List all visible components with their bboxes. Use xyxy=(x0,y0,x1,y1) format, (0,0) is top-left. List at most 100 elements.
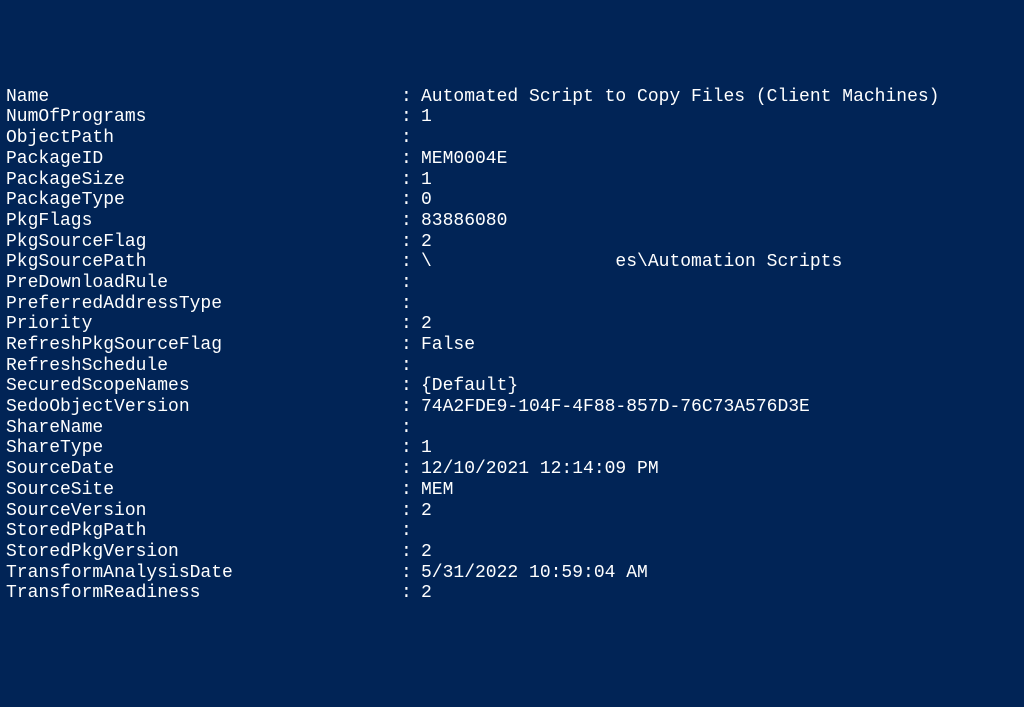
property-row: ObjectPath: xyxy=(6,128,1018,149)
powershell-output: Name:Automated Script to Copy Files (Cli… xyxy=(6,87,1018,604)
property-row: RefreshSchedule: xyxy=(6,356,1018,377)
property-value: 0 xyxy=(421,190,1018,211)
separator: : xyxy=(401,149,421,170)
property-row: PackageType:0 xyxy=(6,190,1018,211)
property-label: RefreshPkgSourceFlag xyxy=(6,335,401,356)
property-value: 5/31/2022 10:59:04 AM xyxy=(421,563,1018,584)
separator: : xyxy=(401,438,421,459)
property-value: \ es\Automation Scripts xyxy=(421,252,1018,273)
property-value: 12/10/2021 12:14:09 PM xyxy=(421,459,1018,480)
property-value: 83886080 xyxy=(421,211,1018,232)
separator: : xyxy=(401,273,421,294)
property-row: SourceSite:MEM xyxy=(6,480,1018,501)
property-value: 2 xyxy=(421,501,1018,522)
property-row: TransformReadiness:2 xyxy=(6,583,1018,604)
separator: : xyxy=(401,583,421,604)
separator: : xyxy=(401,170,421,191)
property-value: {Default} xyxy=(421,376,1018,397)
property-row: RefreshPkgSourceFlag:False xyxy=(6,335,1018,356)
property-label: PackageSize xyxy=(6,170,401,191)
property-value: 2 xyxy=(421,583,1018,604)
property-label: SourceSite xyxy=(6,480,401,501)
separator: : xyxy=(401,521,421,542)
separator: : xyxy=(401,563,421,584)
separator: : xyxy=(401,294,421,315)
property-label: NumOfPrograms xyxy=(6,107,401,128)
property-row: SecuredScopeNames:{Default} xyxy=(6,376,1018,397)
separator: : xyxy=(401,356,421,377)
separator: : xyxy=(401,459,421,480)
property-row: Name:Automated Script to Copy Files (Cli… xyxy=(6,87,1018,108)
property-value xyxy=(421,273,1018,294)
property-label: PreferredAddressType xyxy=(6,294,401,315)
property-label: SedoObjectVersion xyxy=(6,397,401,418)
property-label: PackageID xyxy=(6,149,401,170)
property-label: ShareType xyxy=(6,438,401,459)
property-value xyxy=(421,521,1018,542)
property-row: PkgSourceFlag:2 xyxy=(6,232,1018,253)
property-value: 1 xyxy=(421,107,1018,128)
property-value: 2 xyxy=(421,314,1018,335)
property-row: StoredPkgVersion:2 xyxy=(6,542,1018,563)
property-value: 2 xyxy=(421,542,1018,563)
property-row: ShareName: xyxy=(6,418,1018,439)
property-row: SourceDate:12/10/2021 12:14:09 PM xyxy=(6,459,1018,480)
separator: : xyxy=(401,190,421,211)
property-value: 74A2FDE9-104F-4F88-857D-76C73A576D3E xyxy=(421,397,1018,418)
property-label: PkgSourceFlag xyxy=(6,232,401,253)
property-row: Priority:2 xyxy=(6,314,1018,335)
property-value xyxy=(421,418,1018,439)
separator: : xyxy=(401,480,421,501)
property-row: PackageID:MEM0004E xyxy=(6,149,1018,170)
property-value: False xyxy=(421,335,1018,356)
property-value xyxy=(421,356,1018,377)
separator: : xyxy=(401,542,421,563)
separator: : xyxy=(401,87,421,108)
property-row: TransformAnalysisDate:5/31/2022 10:59:04… xyxy=(6,563,1018,584)
property-value: MEM xyxy=(421,480,1018,501)
property-row: SourceVersion:2 xyxy=(6,501,1018,522)
property-label: PackageType xyxy=(6,190,401,211)
property-row: NumOfPrograms:1 xyxy=(6,107,1018,128)
property-row: ShareType:1 xyxy=(6,438,1018,459)
separator: : xyxy=(401,335,421,356)
property-label: Priority xyxy=(6,314,401,335)
separator: : xyxy=(401,314,421,335)
property-label: PreDownloadRule xyxy=(6,273,401,294)
property-row: PackageSize:1 xyxy=(6,170,1018,191)
separator: : xyxy=(401,232,421,253)
property-label: StoredPkgPath xyxy=(6,521,401,542)
property-label: PkgSourcePath xyxy=(6,252,401,273)
property-label: StoredPkgVersion xyxy=(6,542,401,563)
property-label: ObjectPath xyxy=(6,128,401,149)
property-row: PkgFlags:83886080 xyxy=(6,211,1018,232)
property-label: SecuredScopeNames xyxy=(6,376,401,397)
property-label: ShareName xyxy=(6,418,401,439)
property-row: SedoObjectVersion:74A2FDE9-104F-4F88-857… xyxy=(6,397,1018,418)
separator: : xyxy=(401,107,421,128)
property-value xyxy=(421,294,1018,315)
property-label: TransformAnalysisDate xyxy=(6,563,401,584)
property-label: PkgFlags xyxy=(6,211,401,232)
separator: : xyxy=(401,397,421,418)
property-label: SourceVersion xyxy=(6,501,401,522)
separator: : xyxy=(401,418,421,439)
separator: : xyxy=(401,128,421,149)
property-row: PreferredAddressType: xyxy=(6,294,1018,315)
separator: : xyxy=(401,252,421,273)
property-row: PreDownloadRule: xyxy=(6,273,1018,294)
property-label: RefreshSchedule xyxy=(6,356,401,377)
property-value: 2 xyxy=(421,232,1018,253)
property-label: TransformReadiness xyxy=(6,583,401,604)
property-value: 1 xyxy=(421,438,1018,459)
property-value: MEM0004E xyxy=(421,149,1018,170)
property-value xyxy=(421,128,1018,149)
property-label: Name xyxy=(6,87,401,108)
property-row: StoredPkgPath: xyxy=(6,521,1018,542)
property-value: 1 xyxy=(421,170,1018,191)
separator: : xyxy=(401,501,421,522)
property-value: Automated Script to Copy Files (Client M… xyxy=(421,87,1018,108)
property-row: PkgSourcePath:\ es\Automation Scripts xyxy=(6,252,1018,273)
separator: : xyxy=(401,376,421,397)
separator: : xyxy=(401,211,421,232)
